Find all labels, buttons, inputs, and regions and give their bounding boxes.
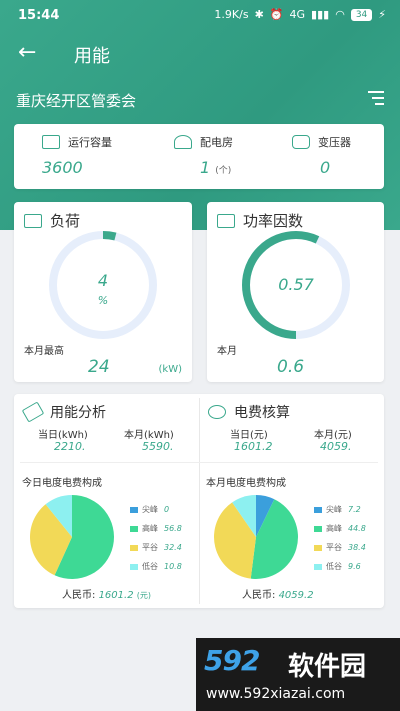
legend-item: 高峰 44.8 xyxy=(314,523,366,534)
load-unit: (kW) xyxy=(158,364,182,375)
bluetooth-icon: ✱ xyxy=(254,8,264,21)
legend-item: 平谷 38.4 xyxy=(314,542,366,553)
load-value: 24 xyxy=(88,357,110,377)
legend-item: 尖峰 0 xyxy=(130,504,182,515)
status-bar: 15:44 1.9K/s ✱ ⏰ 4G ▮▮▮ ◠ 34 ⚡ xyxy=(0,0,400,30)
summary-item-substation[interactable]: 配电房 1 (个) xyxy=(174,134,294,177)
energy-analysis-title[interactable]: 用能分析 xyxy=(21,401,106,423)
legend-item: 平谷 32.4 xyxy=(130,542,182,553)
header-background xyxy=(0,0,400,230)
legend-swatch xyxy=(130,544,138,551)
energy-month-value: 5590. xyxy=(142,440,174,453)
legend-item: 低谷 10.8 xyxy=(130,561,182,572)
filter-menu-icon[interactable] xyxy=(368,91,384,105)
pf-sub-label: 本月 xyxy=(217,346,237,357)
energy-month-label: 本月(kWh) xyxy=(124,430,174,441)
wifi-icon: ◠ xyxy=(335,8,345,21)
cost-today-value: 1601.2 xyxy=(234,440,273,453)
legend-swatch xyxy=(130,525,138,532)
yen-icon xyxy=(208,405,226,419)
server-icon xyxy=(42,135,60,149)
legend-swatch xyxy=(314,544,322,551)
summary-item-capacity[interactable]: 运行容量 3600 xyxy=(42,134,162,177)
signal-label: 4G xyxy=(289,8,306,21)
chart-line-icon xyxy=(24,213,42,228)
analysis-card: 用能分析 当日(kWh) 本月(kWh) 2210. 5590. 电费核算 当日… xyxy=(14,394,384,608)
load-sub-label: 本月最高 xyxy=(24,346,64,357)
vertical-divider xyxy=(199,398,200,604)
month-pie-title: 本月电度电费构成 xyxy=(206,478,286,489)
transformer-icon xyxy=(292,135,310,149)
today-pie-title: 今日电度电费构成 xyxy=(22,478,102,489)
load-gauge: 4 % xyxy=(49,231,157,339)
page-title: 用能 xyxy=(74,46,110,67)
organization-name[interactable]: 重庆经开区管委会 xyxy=(16,90,136,111)
tag-icon xyxy=(21,401,45,423)
network-speed: 1.9K/s xyxy=(214,8,249,21)
cost-month-value: 4059. xyxy=(320,440,352,453)
pf-gauge-value: 0.57 xyxy=(278,275,314,294)
today-total: 人民币: 1601.2 (元) xyxy=(62,590,151,601)
legend-swatch xyxy=(314,506,322,513)
cost-today-label: 当日(元) xyxy=(230,430,268,441)
house-icon xyxy=(174,135,192,149)
summary-card: 运行容量 3600 配电房 1 (个) 变压器 0 xyxy=(14,124,384,189)
cost-title[interactable]: 电费核算 xyxy=(208,402,290,422)
power-factor-gauge: 0.57 xyxy=(242,231,350,339)
month-pie-chart xyxy=(214,495,298,579)
nav-bar: ← 用能 xyxy=(0,36,400,72)
back-arrow-icon[interactable]: ← xyxy=(18,40,36,65)
energy-today-value: 2210. xyxy=(54,440,86,453)
today-pie-chart xyxy=(29,495,114,579)
today-legend: 尖峰 0 高峰 56.8 平谷 32.4 低谷 10.8 xyxy=(130,504,182,580)
chart-icon xyxy=(217,213,235,228)
legend-swatch xyxy=(130,563,138,570)
month-legend: 尖峰 7.2 高峰 44.8 平谷 38.4 低谷 9.6 xyxy=(314,504,366,580)
battery-icon: 34 xyxy=(350,8,373,21)
load-card[interactable]: 负荷 4 % 本月最高 24 (kW) xyxy=(14,202,192,382)
status-time: 15:44 xyxy=(18,8,60,23)
load-gauge-percent: % xyxy=(98,294,108,307)
signal-icon: ▮▮▮ xyxy=(311,8,330,21)
legend-item: 低谷 9.6 xyxy=(314,561,366,572)
legend-item: 尖峰 7.2 xyxy=(314,504,366,515)
horizontal-divider xyxy=(20,462,378,463)
pf-value: 0.6 xyxy=(277,357,305,377)
power-factor-card[interactable]: 功率因数 0.57 本月 0.6 xyxy=(207,202,384,382)
alarm-icon: ⏰ xyxy=(269,8,284,21)
cost-month-label: 本月(元) xyxy=(314,430,352,441)
watermark-logo: 592 软件园 www.592xiazai.com xyxy=(196,638,400,711)
energy-today-label: 当日(kWh) xyxy=(38,430,88,441)
month-total: 人民币: 4059.2 xyxy=(242,590,314,601)
legend-swatch xyxy=(130,506,138,513)
legend-swatch xyxy=(314,563,322,570)
summary-item-transformer[interactable]: 变压器 0 xyxy=(292,134,400,177)
legend-swatch xyxy=(314,525,322,532)
charging-icon: ⚡ xyxy=(378,8,386,21)
load-gauge-value: 4 xyxy=(98,271,108,290)
legend-item: 高峰 56.8 xyxy=(130,523,182,534)
